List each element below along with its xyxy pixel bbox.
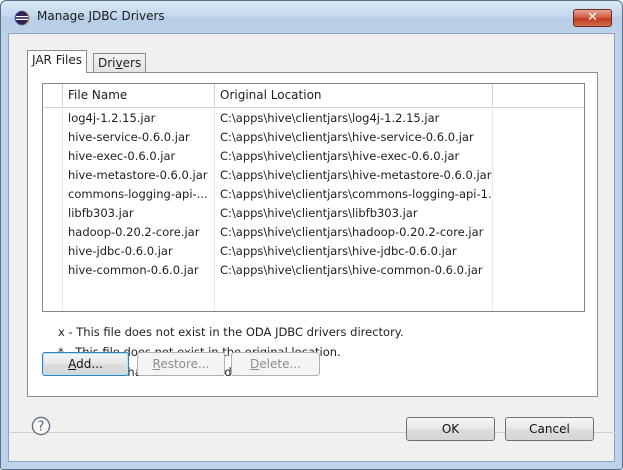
table-row[interactable]: hive-jdbc-0.6.0.jar C:\apps\hive\clientj… [43, 242, 584, 261]
table-row[interactable]: commons-logging-api-... C:\apps\hive\cli… [43, 185, 584, 204]
status-cell [43, 185, 63, 204]
tab-drivers-label: ers [122, 56, 142, 70]
filler-cell [493, 166, 584, 185]
status-cell [43, 242, 63, 261]
file-name-cell [63, 280, 215, 311]
svg-text:?: ? [38, 420, 45, 435]
title-bar[interactable]: Manage JDBC Drivers ✕ [1, 1, 622, 33]
location-cell [215, 280, 493, 311]
status-cell [43, 128, 63, 147]
tab-jar-files[interactable]: JAR Files [27, 50, 88, 73]
file-name-cell: hadoop-0.20.2-core.jar [63, 223, 215, 242]
help-button[interactable]: ? [31, 416, 51, 436]
file-name-cell: hive-common-0.6.0.jar [63, 261, 215, 280]
filler-cell [493, 242, 584, 261]
table-row[interactable]: libfb303.jar C:\apps\hive\clientjars\lib… [43, 204, 584, 223]
table-row[interactable]: hive-common-0.6.0.jar C:\apps\hive\clien… [43, 261, 584, 280]
add-button-label: dd... [76, 357, 103, 371]
status-column-header[interactable] [43, 84, 63, 108]
column-header-original-location[interactable]: Original Location [215, 84, 493, 108]
manage-jdbc-drivers-dialog: Manage JDBC Drivers ✕ JAR Files Drivers … [0, 0, 623, 470]
location-cell: C:\apps\hive\clientjars\hadoop-0.20.2-co… [215, 223, 493, 242]
restore-button-label: estore... [160, 357, 210, 371]
location-cell: C:\apps\hive\clientjars\hive-exec-0.6.0.… [215, 147, 493, 166]
location-cell: C:\apps\hive\clientjars\commons-logging-… [215, 185, 493, 204]
column-header-file-name[interactable]: File Name [63, 84, 215, 108]
file-name-cell: libfb303.jar [63, 204, 215, 223]
close-button[interactable]: ✕ [573, 9, 612, 27]
status-cell [43, 147, 63, 166]
column-header-filler [493, 84, 584, 108]
jar-files-table[interactable]: File Name Original Location log4j-1.2.15… [42, 83, 585, 312]
tab-drivers-mnemonic: v [115, 56, 123, 70]
status-cell [43, 204, 63, 223]
filler-cell [493, 185, 584, 204]
delete-button[interactable]: Delete... [231, 352, 320, 376]
file-name-cell: hive-exec-0.6.0.jar [63, 147, 215, 166]
table-row[interactable]: hive-service-0.6.0.jar C:\apps\hive\clie… [43, 128, 584, 147]
location-cell: C:\apps\hive\clientjars\libfb303.jar [215, 204, 493, 223]
table-row[interactable]: hive-metastore-0.6.0.jar C:\apps\hive\cl… [43, 166, 584, 185]
location-cell: C:\apps\hive\clientjars\hive-common-0.6.… [215, 261, 493, 280]
dialog-title: Manage JDBC Drivers [37, 9, 165, 23]
add-button[interactable]: Add... [42, 352, 129, 376]
table-header: File Name Original Location [43, 84, 584, 108]
status-cell [43, 109, 63, 128]
location-cell: C:\apps\hive\clientjars\hive-jdbc-0.6.0.… [215, 242, 493, 261]
close-icon: ✕ [587, 10, 598, 25]
ok-button[interactable]: OK [406, 417, 495, 441]
status-cell [43, 223, 63, 242]
filler-cell [493, 147, 584, 166]
help-icon: ? [31, 416, 51, 436]
add-button-mnemonic: A [68, 357, 77, 371]
legend-missing-in-drivers-dir: x - This file does not exist in the ODA … [58, 325, 404, 339]
tab-jar-files-label: AR Files [35, 53, 83, 67]
tab-drivers-label-pre: Dri [98, 56, 116, 70]
location-cell: C:\apps\hive\clientjars\hive-metastore-0… [215, 166, 493, 185]
jar-files-panel: File Name Original Location log4j-1.2.15… [27, 72, 598, 397]
filler-cell [493, 204, 584, 223]
filler-cell [493, 109, 584, 128]
file-name-cell: hive-jdbc-0.6.0.jar [63, 242, 215, 261]
location-cell: C:\apps\hive\clientjars\hive-service-0.6… [215, 128, 493, 147]
file-name-cell: log4j-1.2.15.jar [63, 109, 215, 128]
table-row[interactable]: hadoop-0.20.2-core.jar C:\apps\hive\clie… [43, 223, 584, 242]
dialog-body: JAR Files Drivers File Name Original Loc… [8, 33, 615, 462]
cancel-button[interactable]: Cancel [505, 417, 594, 441]
filler-cell [493, 261, 584, 280]
filler-cell [493, 128, 584, 147]
file-name-cell: hive-metastore-0.6.0.jar [63, 166, 215, 185]
file-name-cell: hive-service-0.6.0.jar [63, 128, 215, 147]
status-cell [43, 280, 63, 311]
table-row[interactable]: log4j-1.2.15.jar C:\apps\hive\clientjars… [43, 109, 584, 128]
delete-button-mnemonic: D [250, 357, 260, 371]
status-cell [43, 166, 63, 185]
file-name-cell: commons-logging-api-... [63, 185, 215, 204]
delete-button-label: elete... [259, 357, 301, 371]
restore-button[interactable]: Restore... [137, 352, 225, 376]
filler-cell [493, 223, 584, 242]
location-cell: C:\apps\hive\clientjars\log4j-1.2.15.jar [215, 109, 493, 128]
eclipse-icon [14, 10, 30, 26]
table-empty-area [43, 280, 584, 311]
table-row[interactable]: hive-exec-0.6.0.jar C:\apps\hive\clientj… [43, 147, 584, 166]
tab-drivers[interactable]: Drivers [93, 53, 147, 72]
status-cell [43, 261, 63, 280]
